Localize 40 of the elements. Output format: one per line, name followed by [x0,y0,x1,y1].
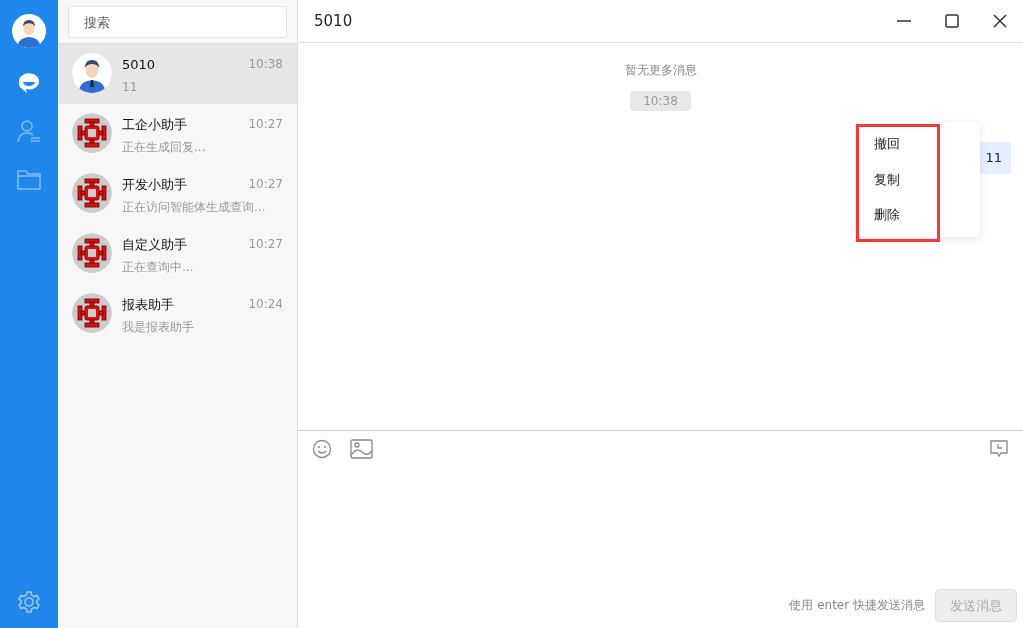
menu-item[interactable]: 复制 [856,161,938,197]
message-time: 10:27 [248,236,283,253]
message-preview: 我是报表助手 [122,318,195,336]
contact-name: 报表助手 [122,296,174,314]
bot-avatar-icon [72,173,112,213]
bot-avatar-icon [72,293,112,333]
search-field[interactable]: 搜索 [68,6,287,38]
message-time: 10:38 [248,56,283,73]
contact-name: 开发小助手 [122,176,187,194]
conversation-item[interactable]: 开发小助手 10:27 正在访问智能体生成查询... [58,164,297,224]
settings-icon[interactable] [17,590,41,614]
bot-avatar-icon [72,233,112,273]
emoji-icon[interactable] [312,439,332,459]
chat-bubble-icon[interactable] [16,70,42,96]
avatar-icon [72,53,112,93]
conversation-item[interactable]: 报表助手 10:24 我是报表助手 [58,284,297,344]
no-more-messages-notice: 暂无更多消息 [624,63,697,77]
contact-name: 5010 [122,56,156,74]
timestamp-label: 10:38 [630,90,691,111]
message-preview: 正在查询中... [122,258,195,276]
message-time: 10:27 [248,116,283,133]
bot-avatar-icon [72,113,112,153]
menu-item[interactable]: 删除 [856,197,938,233]
message-preview: 11 [122,78,139,96]
message-time: 10:24 [248,296,283,313]
shortcut-hint: 使用 enter 快捷发送消息 [789,597,925,615]
contacts-icon[interactable] [16,118,42,144]
user-avatar-icon[interactable] [12,14,46,48]
menu-item[interactable]: 撤回 [856,126,938,162]
conversation-item[interactable]: 自定义助手 10:27 正在查询中... [58,224,297,284]
chat-history-icon[interactable] [989,439,1009,459]
message-time: 10:27 [248,176,283,193]
contact-name: 自定义助手 [122,236,187,254]
chat-title: 5010 [314,10,353,32]
conversation-item[interactable]: 工企小助手 10:27 正在生成回复... [58,104,297,164]
message-preview: 正在访问智能体生成查询... [122,198,267,216]
message-preview: 正在生成回复... [122,138,207,156]
contact-name: 工企小助手 [122,116,187,134]
conversation-item[interactable]: 5010 10:38 11 [58,44,297,104]
image-icon[interactable] [350,439,373,459]
